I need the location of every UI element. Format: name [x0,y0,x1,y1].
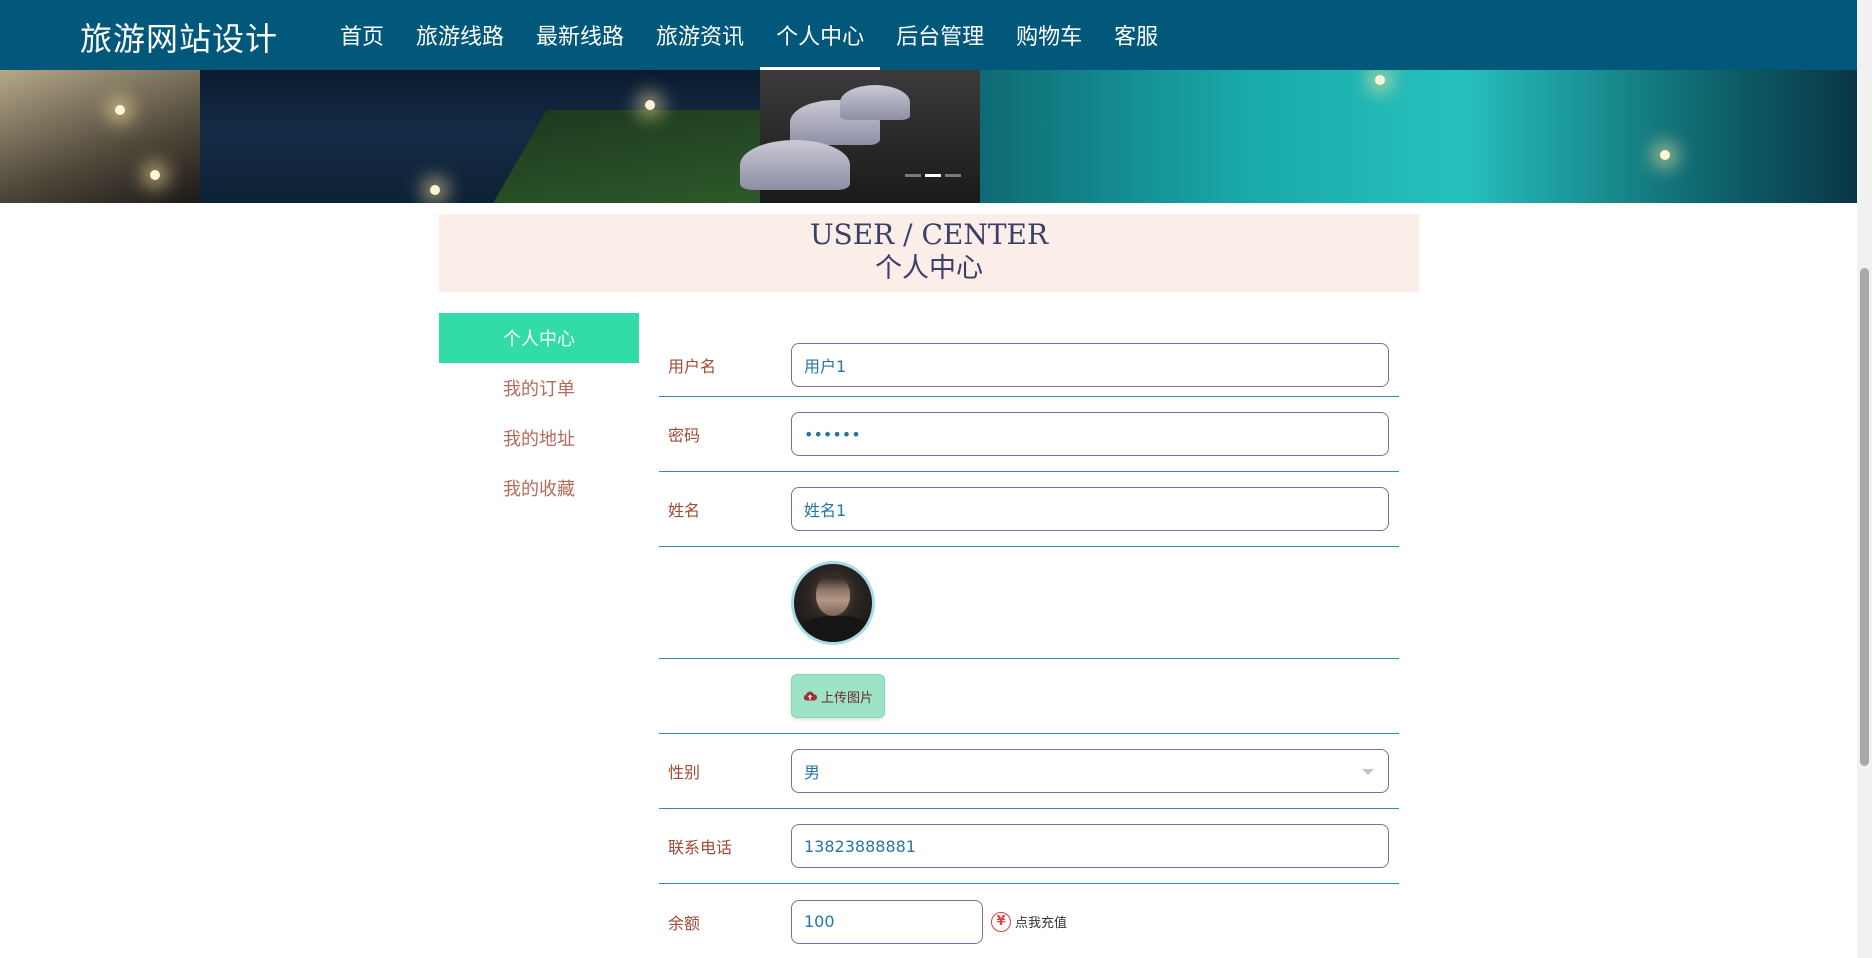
nav-new-routes[interactable]: 最新线路 [520,0,640,70]
name-label: 姓名 [668,501,701,520]
carousel-dot[interactable] [905,174,921,177]
chevron-down-icon [1362,769,1374,775]
banner-beach-image [0,70,200,203]
gender-select[interactable]: 男 [791,749,1389,793]
banner-carousel[interactable] [0,70,1857,203]
title-english: USER / CENTER [809,218,1049,251]
banner-light [150,170,160,180]
banner-light [1375,75,1385,85]
username-input[interactable]: 用户1 [791,342,1389,387]
sidebar-item-address[interactable]: 我的地址 [439,413,639,463]
page: 旅游网站设计 首页 旅游线路 最新线路 旅游资讯 个人中心 后台管理 购物车 客… [0,0,1872,958]
nav-news[interactable]: 旅游资讯 [640,0,760,70]
nav-service[interactable]: 客服 [1098,0,1174,70]
profile-form: 用户名 用户1 密码 •••••• 姓名 姓名1 上传图片 性别 男 联系电话 … [659,333,1399,958]
carousel-indicators [905,174,961,177]
cloud-upload-icon [803,691,817,701]
banner-pool-image [980,70,1857,203]
banner-umbrella-image [740,140,850,190]
balance-label: 余额 [668,913,701,933]
form-row-balance: 余额 100 ¥ 点我充值 [659,884,1399,958]
carousel-dot[interactable] [925,174,941,177]
nav-admin[interactable]: 后台管理 [880,0,1000,70]
form-row-avatar [659,547,1399,659]
gender-select-value: 男 [804,763,821,782]
form-row-gender: 性别 男 [659,734,1399,809]
avatar-body [800,615,872,642]
password-label: 密码 [668,426,701,445]
nav-user-center[interactable]: 个人中心 [760,0,881,70]
phone-label: 联系电话 [668,838,733,857]
scrollbar-thumb[interactable] [1860,268,1869,766]
form-row-username: 用户名 用户1 [659,333,1399,397]
banner-light [115,105,125,115]
upload-image-button[interactable]: 上传图片 [791,674,885,718]
username-label: 用户名 [668,356,717,376]
recharge-label: 点我充值 [1015,916,1068,931]
main-nav: 首页 旅游线路 最新线路 旅游资讯 个人中心 后台管理 购物车 客服 [324,0,1174,70]
upload-button-label: 上传图片 [820,690,873,706]
form-row-name: 姓名 姓名1 [659,472,1399,547]
sidebar-item-favorites[interactable]: 我的收藏 [439,463,639,513]
form-row-password: 密码 •••••• [659,397,1399,472]
sidebar-item-user-center[interactable]: 个人中心 [439,313,639,363]
phone-input[interactable]: 13823888881 [791,824,1389,868]
page-scrollbar[interactable] [1857,0,1872,958]
sidebar-item-orders[interactable]: 我的订单 [439,363,639,413]
banner-light [430,185,440,195]
avatar [791,560,875,645]
name-input[interactable]: 姓名1 [791,487,1389,531]
password-input[interactable]: •••••• [791,412,1389,456]
balance-input: 100 [791,899,983,944]
top-navbar: 旅游网站设计 首页 旅游线路 最新线路 旅游资讯 个人中心 后台管理 购物车 客… [0,0,1857,70]
banner-light [1660,150,1670,160]
recharge-link[interactable]: ¥ 点我充值 [991,911,1068,932]
banner-light [645,100,655,110]
banner-umbrella-image [840,85,910,120]
nav-home[interactable]: 首页 [324,0,400,70]
form-row-upload: 上传图片 [659,659,1399,734]
yen-icon: ¥ [991,911,1011,932]
title-chinese: 个人中心 [875,253,983,284]
user-sidebar: 个人中心 我的订单 我的地址 我的收藏 [439,313,639,513]
form-row-phone: 联系电话 13823888881 [659,809,1399,884]
site-brand[interactable]: 旅游网站设计 [80,14,278,60]
gender-label: 性别 [668,763,701,782]
avatar-face [816,575,850,616]
carousel-dot[interactable] [945,174,961,177]
nav-routes[interactable]: 旅游线路 [400,0,520,70]
nav-cart[interactable]: 购物车 [1000,0,1098,70]
section-title: USER / CENTER 个人中心 [439,214,1419,292]
